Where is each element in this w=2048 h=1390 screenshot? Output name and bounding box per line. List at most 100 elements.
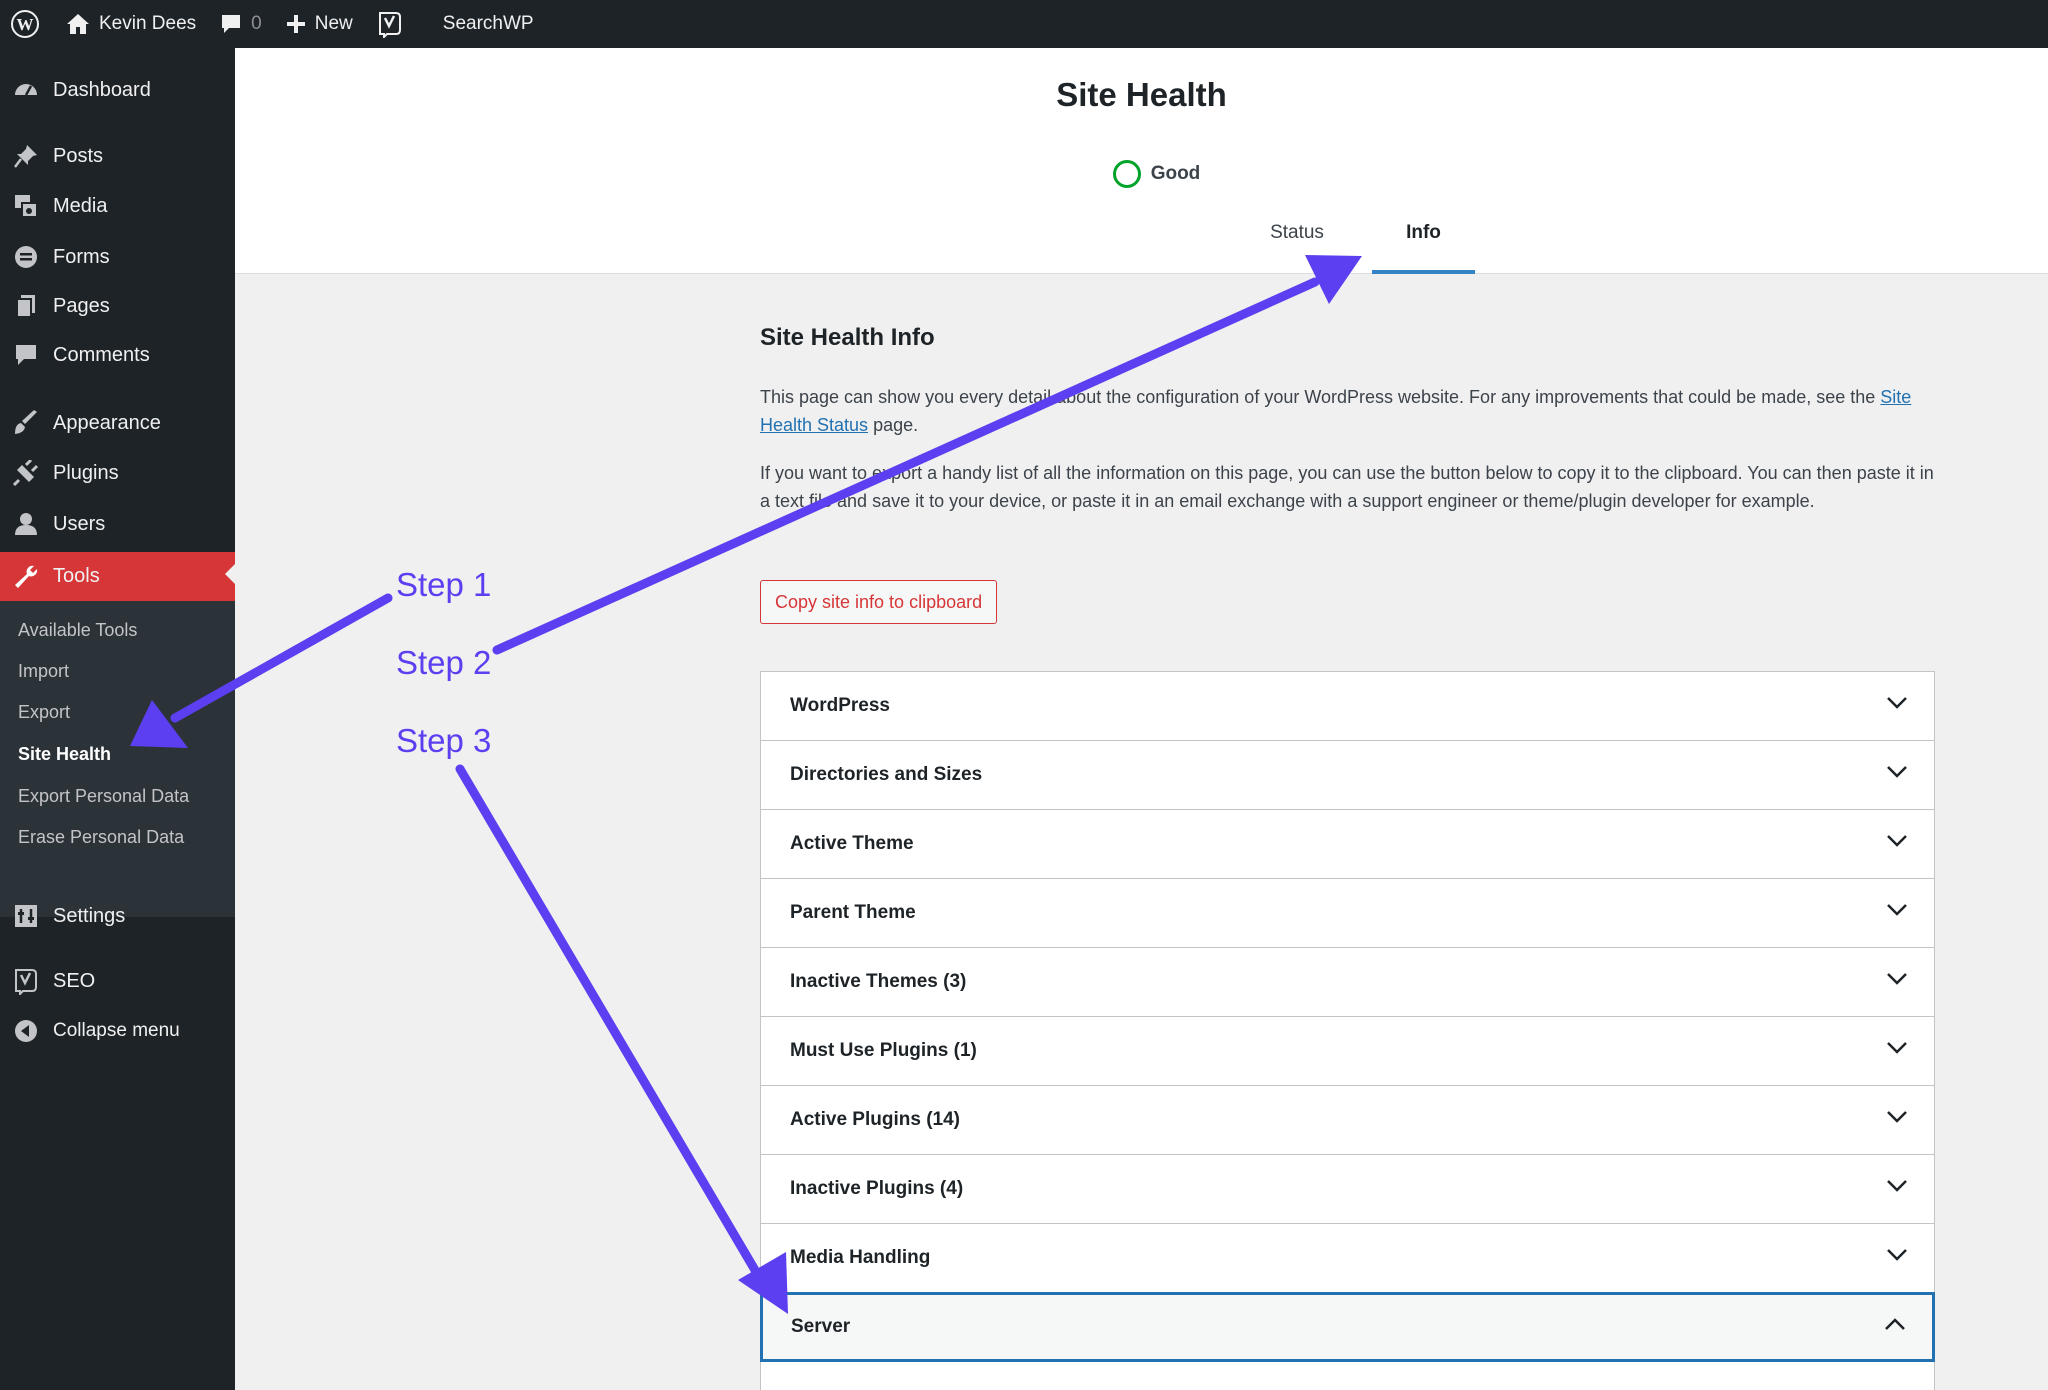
sidebar-item-label: Pages — [53, 294, 110, 317]
chevron-down-icon — [1887, 904, 1907, 916]
tab-status[interactable]: Status — [1237, 222, 1357, 274]
accordion-item-media-handling[interactable]: Media Handling — [761, 1224, 1934, 1293]
searchwp-menu-link[interactable]: SearchWP — [431, 0, 546, 48]
new-label: New — [314, 13, 353, 34]
sidebar-item-label: Media — [53, 194, 108, 217]
chevron-down-icon — [1887, 1111, 1907, 1123]
admin-bar: W Kevin Dees 0 New SearchWP — [0, 0, 2048, 48]
accordion-label: Inactive Plugins (4) — [790, 1178, 964, 1199]
chevron-down-icon — [1887, 835, 1907, 847]
brush-icon — [15, 410, 37, 434]
info-accordion: WordPress Directories and Sizes Active T… — [760, 671, 1935, 1390]
settings-icon — [15, 905, 37, 927]
sidebar-item-appearance[interactable]: Appearance — [0, 401, 235, 445]
copy-site-info-button[interactable]: Copy site info to clipboard — [760, 580, 998, 624]
accordion-item-parent-theme[interactable]: Parent Theme — [761, 879, 1934, 948]
wrench-icon — [15, 565, 38, 588]
plus-icon — [286, 15, 305, 33]
health-status: Good — [235, 160, 2048, 188]
comment-icon — [16, 345, 36, 365]
sidebar-item-tools[interactable]: Tools — [0, 552, 235, 601]
chevron-down-icon — [1887, 1180, 1907, 1192]
accordion-item-inactive-plugins[interactable]: Inactive Plugins (4) — [761, 1155, 1934, 1224]
description-text-end: page. — [868, 415, 919, 435]
health-ring-icon — [1112, 160, 1141, 188]
sidebar-item-label: Collapse menu — [53, 1020, 180, 1041]
section-title: Site Health Info — [760, 324, 935, 351]
pages-icon — [16, 295, 35, 318]
sidebar-item-pages[interactable]: Pages — [0, 284, 235, 328]
chevron-down-icon — [1887, 1249, 1907, 1261]
yoast-menu-button[interactable] — [365, 0, 431, 48]
export-description: If you want to export a handy list of al… — [760, 463, 1934, 511]
health-status-label: Good — [1150, 163, 1201, 184]
sidebar-item-comments[interactable]: Comments — [0, 333, 235, 377]
sidebar-item-settings[interactable]: Settings — [0, 894, 235, 938]
sidebar-item-label: Dashboard — [53, 78, 151, 101]
site-name-label: Kevin Dees — [99, 13, 197, 34]
sidebar-item-label: Settings — [53, 904, 126, 927]
step-3-label: Step 3 — [396, 722, 492, 759]
accordion-item-mu-plugins[interactable]: Must Use Plugins (1) — [761, 1017, 1934, 1086]
yoast-icon — [378, 12, 401, 38]
info-description: This page can show you every detail abou… — [760, 383, 1935, 439]
chevron-down-icon — [1887, 766, 1907, 778]
sidebar-item-seo[interactable]: SEO — [0, 959, 235, 1003]
accordion-label: Server — [791, 1316, 851, 1337]
comments-count: 0 — [251, 13, 262, 34]
chevron-down-icon — [1887, 973, 1907, 985]
submenu-item-export[interactable]: Export — [18, 702, 70, 723]
step3-arrow-line — [455, 764, 767, 1287]
sidebar-item-users[interactable]: Users — [0, 502, 235, 546]
chevron-down-icon — [1887, 1042, 1907, 1054]
accordion-label: Inactive Themes (3) — [790, 971, 967, 992]
sidebar-item-label: Forms — [53, 245, 110, 268]
submenu-item-erase-personal-data[interactable]: Erase Personal Data — [18, 827, 184, 848]
sidebar-item-plugins[interactable]: Plugins — [0, 451, 235, 495]
page-title: Site Health — [1056, 76, 1227, 113]
plug-icon — [13, 460, 39, 486]
wordpress-logo-button[interactable]: W — [0, 0, 54, 48]
new-content-button[interactable]: New — [274, 0, 365, 48]
sidebar-item-label: SEO — [53, 969, 96, 992]
accordion-item-inactive-themes[interactable]: Inactive Themes (3) — [761, 948, 1934, 1017]
sidebar-item-posts[interactable]: Posts — [0, 134, 235, 178]
collapse-menu-button[interactable]: Collapse menu — [0, 1009, 235, 1053]
accordion-label: Media Handling — [790, 1247, 931, 1268]
chevron-down-icon — [1887, 697, 1907, 709]
collapse-icon — [15, 1020, 37, 1042]
accordion-item-directories[interactable]: Directories and Sizes — [761, 741, 1934, 810]
sidebar-item-media[interactable]: Media — [0, 184, 235, 228]
accordion-item-active-theme[interactable]: Active Theme — [761, 810, 1934, 879]
submenu-item-export-personal-data[interactable]: Export Personal Data — [18, 786, 189, 807]
accordion-item-wordpress[interactable]: WordPress — [761, 672, 1934, 741]
submenu-item-import[interactable]: Import — [18, 661, 69, 682]
sidebar-item-dashboard[interactable]: Dashboard — [0, 68, 235, 112]
sidebar-item-label: Posts — [53, 144, 104, 167]
submenu-item-available-tools[interactable]: Available Tools — [18, 620, 137, 641]
comments-link[interactable]: 0 — [208, 0, 274, 48]
yoast-icon — [15, 969, 37, 995]
step-2-label: Step 2 — [396, 644, 492, 681]
media-icon — [15, 195, 38, 218]
sidebar-item-label: Appearance — [53, 411, 161, 434]
step-1-label: Step 1 — [396, 566, 492, 603]
accordion-item-active-plugins[interactable]: Active Plugins (14) — [761, 1086, 1934, 1155]
svg-text:W: W — [17, 15, 34, 34]
submenu-item-site-health[interactable]: Site Health — [18, 744, 111, 765]
dashboard-icon — [15, 84, 37, 96]
sidebar-item-label: Users — [53, 512, 106, 535]
user-icon — [15, 513, 37, 535]
chevron-up-icon — [1885, 1318, 1905, 1330]
accordion-label: WordPress — [790, 695, 890, 716]
comment-bubble-icon — [222, 15, 241, 33]
site-name-link[interactable]: Kevin Dees — [54, 0, 208, 48]
accordion-item-server[interactable]: Server — [760, 1292, 1935, 1362]
sidebar-item-forms[interactable]: Forms — [0, 235, 235, 279]
tab-info[interactable]: Info — [1372, 222, 1475, 274]
wordpress-logo-icon: W — [11, 10, 39, 38]
sidebar-item-label: Comments — [53, 343, 150, 366]
accordion-label: Must Use Plugins (1) — [790, 1040, 977, 1061]
accordion-label: Active Theme — [790, 833, 914, 854]
site-health-header: Site Health Good Status Info — [235, 48, 2048, 274]
